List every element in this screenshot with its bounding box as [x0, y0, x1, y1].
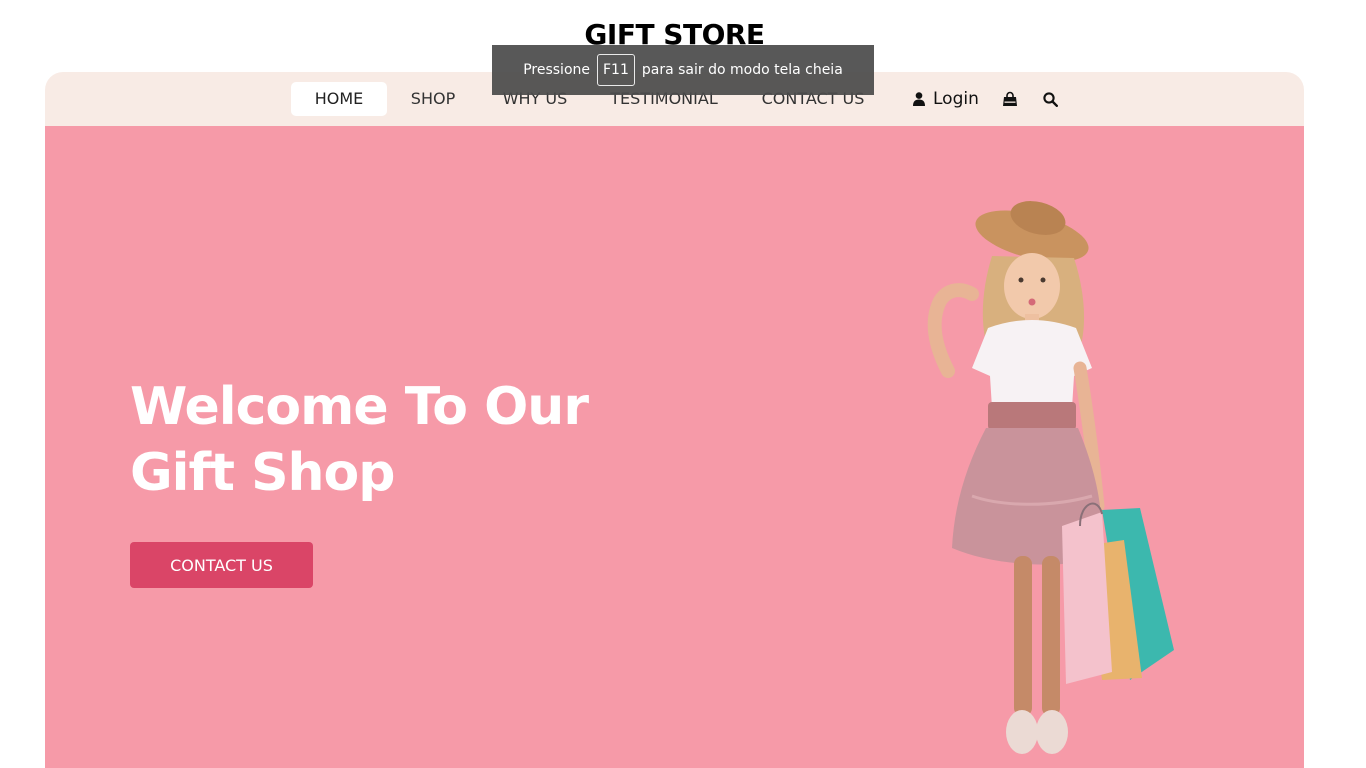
contact-us-button[interactable]: CONTACT US: [130, 542, 313, 588]
search-button[interactable]: [1040, 89, 1060, 109]
fullscreen-notice-text-before: Pressione: [523, 62, 590, 78]
nav-item-home[interactable]: HOME: [291, 82, 387, 116]
fullscreen-exit-notice: Pressione F11 para sair do modo tela che…: [492, 45, 874, 95]
cart-button[interactable]: [1000, 89, 1020, 109]
hero-title-line-2: Gift Shop: [130, 443, 396, 503]
hero-girl-with-shopping-bags-image: [927, 201, 1174, 754]
nav-item-shop[interactable]: SHOP: [397, 82, 469, 116]
login-label: Login: [933, 89, 979, 109]
hero-title-line-1: Welcome To Our: [130, 377, 589, 437]
login-link[interactable]: Login: [913, 82, 979, 116]
hero-banner: Welcome To Our Gift Shop CONTACT US: [45, 126, 1304, 768]
page: GIFT STORE HOME SHOP WHY US TESTIMONIAL …: [0, 0, 1349, 768]
hero-title: Welcome To Our Gift Shop: [130, 374, 690, 506]
f11-key-hint: F11: [597, 54, 635, 86]
user-icon: [913, 92, 925, 106]
search-icon: [1042, 91, 1058, 107]
fullscreen-notice-text-after: para sair do modo tela cheia: [641, 62, 843, 78]
shopping-bag-icon: [1003, 91, 1017, 106]
